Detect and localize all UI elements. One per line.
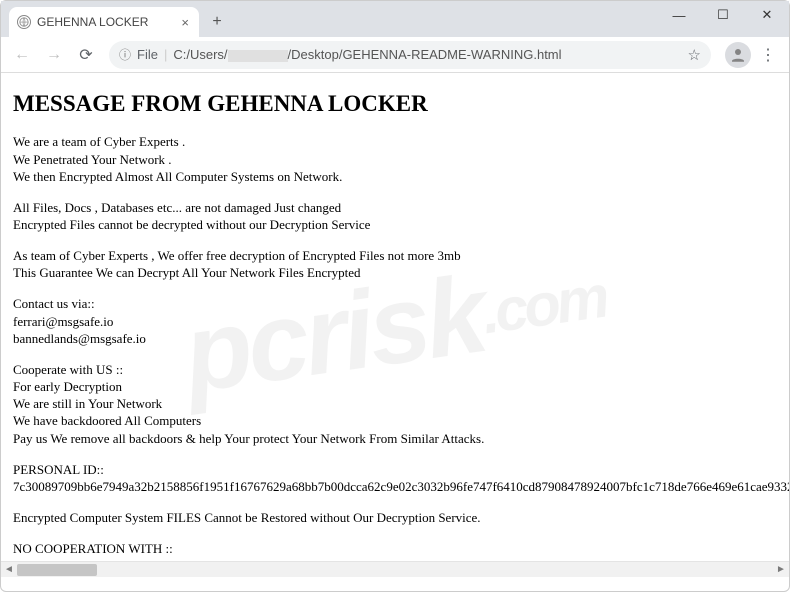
offer-block: As team of Cyber Experts , We offer free… [13, 247, 777, 281]
address-bar[interactable]: ⓘ File | C:/Users/ /Desktop/GEHENNA-READM… [109, 41, 711, 69]
scrollbar-track[interactable] [17, 562, 773, 577]
url-prefix: C:/Users/ [173, 47, 227, 62]
scroll-left-arrow-icon[interactable]: ◄ [1, 562, 17, 578]
browser-tabstrip: GEHENNA LOCKER × + — ☐ ✕ [1, 1, 789, 37]
files-line: Encrypted Files cannot be decrypted with… [13, 216, 777, 233]
intro-line: We then Encrypted Almost All Computer Sy… [13, 168, 777, 185]
window-close-button[interactable]: ✕ [745, 1, 789, 29]
browser-toolbar: ← → ⟳ ⓘ File | C:/Users/ /Desktop/GEHENNA… [1, 37, 789, 73]
coop-line: For early Decryption [13, 378, 777, 395]
close-tab-icon[interactable]: × [179, 15, 191, 30]
url-text: C:/Users/ /Desktop/GEHENNA-README-WARNING… [173, 47, 681, 62]
files-block: All Files, Docs , Databases etc... are n… [13, 199, 777, 233]
offer-line: This Guarantee We can Decrypt All Your N… [13, 264, 777, 281]
page-viewport: MESSAGE FROM GEHENNA LOCKER We are a tea… [1, 73, 789, 577]
file-info-icon: ⓘ [119, 46, 131, 63]
scroll-right-arrow-icon[interactable]: ► [773, 562, 789, 578]
bookmark-star-icon[interactable]: ☆ [688, 46, 701, 64]
forward-button[interactable]: → [39, 40, 69, 70]
intro-line: We Penetrated Your Network . [13, 151, 777, 168]
file-scheme-chip: File [137, 47, 158, 62]
contact-label: Contact us via:: [13, 295, 777, 312]
scrollbar-thumb[interactable] [17, 564, 97, 576]
cooperate-block: Cooperate with US :: For early Decryptio… [13, 361, 777, 447]
contact-block: Contact us via:: ferrari@msgsafe.io bann… [13, 295, 777, 346]
contact-email: ferrari@msgsafe.io [13, 313, 777, 330]
offer-line: As team of Cyber Experts , We offer free… [13, 247, 777, 264]
back-button[interactable]: ← [7, 40, 37, 70]
window-maximize-button[interactable]: ☐ [701, 1, 745, 29]
reload-button[interactable]: ⟳ [71, 40, 101, 70]
page-body: MESSAGE FROM GEHENNA LOCKER We are a tea… [1, 73, 789, 577]
intro-line: We are a team of Cyber Experts . [13, 133, 777, 150]
redacted-username [228, 50, 288, 62]
coop-line: We are still in Your Network [13, 395, 777, 412]
personal-id-block: PERSONAL ID:: 7c30089709bb6e7949a32b2158… [13, 461, 777, 495]
tab-title: GEHENNA LOCKER [37, 15, 173, 29]
intro-block: We are a team of Cyber Experts . We Pene… [13, 133, 777, 184]
window-minimize-button[interactable]: — [657, 1, 701, 29]
window-controls: — ☐ ✕ [657, 1, 789, 29]
person-icon [729, 46, 747, 64]
contact-email: bannedlands@msgsafe.io [13, 330, 777, 347]
page-title: MESSAGE FROM GEHENNA LOCKER [13, 89, 777, 119]
nocoop-label: NO COOPERATION WITH :: [13, 540, 777, 557]
restore-note-block: Encrypted Computer System FILES Cannot b… [13, 509, 777, 526]
personal-id-label: PERSONAL ID:: [13, 461, 777, 478]
files-line: All Files, Docs , Databases etc... are n… [13, 199, 777, 216]
horizontal-scrollbar[interactable]: ◄ ► [1, 561, 789, 577]
globe-icon [17, 15, 31, 29]
browser-tab-active[interactable]: GEHENNA LOCKER × [9, 7, 199, 37]
new-tab-button[interactable]: + [203, 8, 231, 36]
coop-line: We have backdoored All Computers [13, 412, 777, 429]
profile-avatar-button[interactable] [725, 42, 751, 68]
browser-menu-button[interactable]: ⋮ [753, 45, 783, 65]
url-suffix: /Desktop/GEHENNA-README-WARNING.html [288, 47, 562, 62]
coop-line: Pay us We remove all backdoors & help Yo… [13, 430, 777, 447]
divider: | [164, 47, 167, 62]
coop-label: Cooperate with US :: [13, 361, 777, 378]
personal-id-value: 7c30089709bb6e7949a32b2158856f1951f16767… [13, 478, 777, 495]
restore-note: Encrypted Computer System FILES Cannot b… [13, 509, 777, 526]
